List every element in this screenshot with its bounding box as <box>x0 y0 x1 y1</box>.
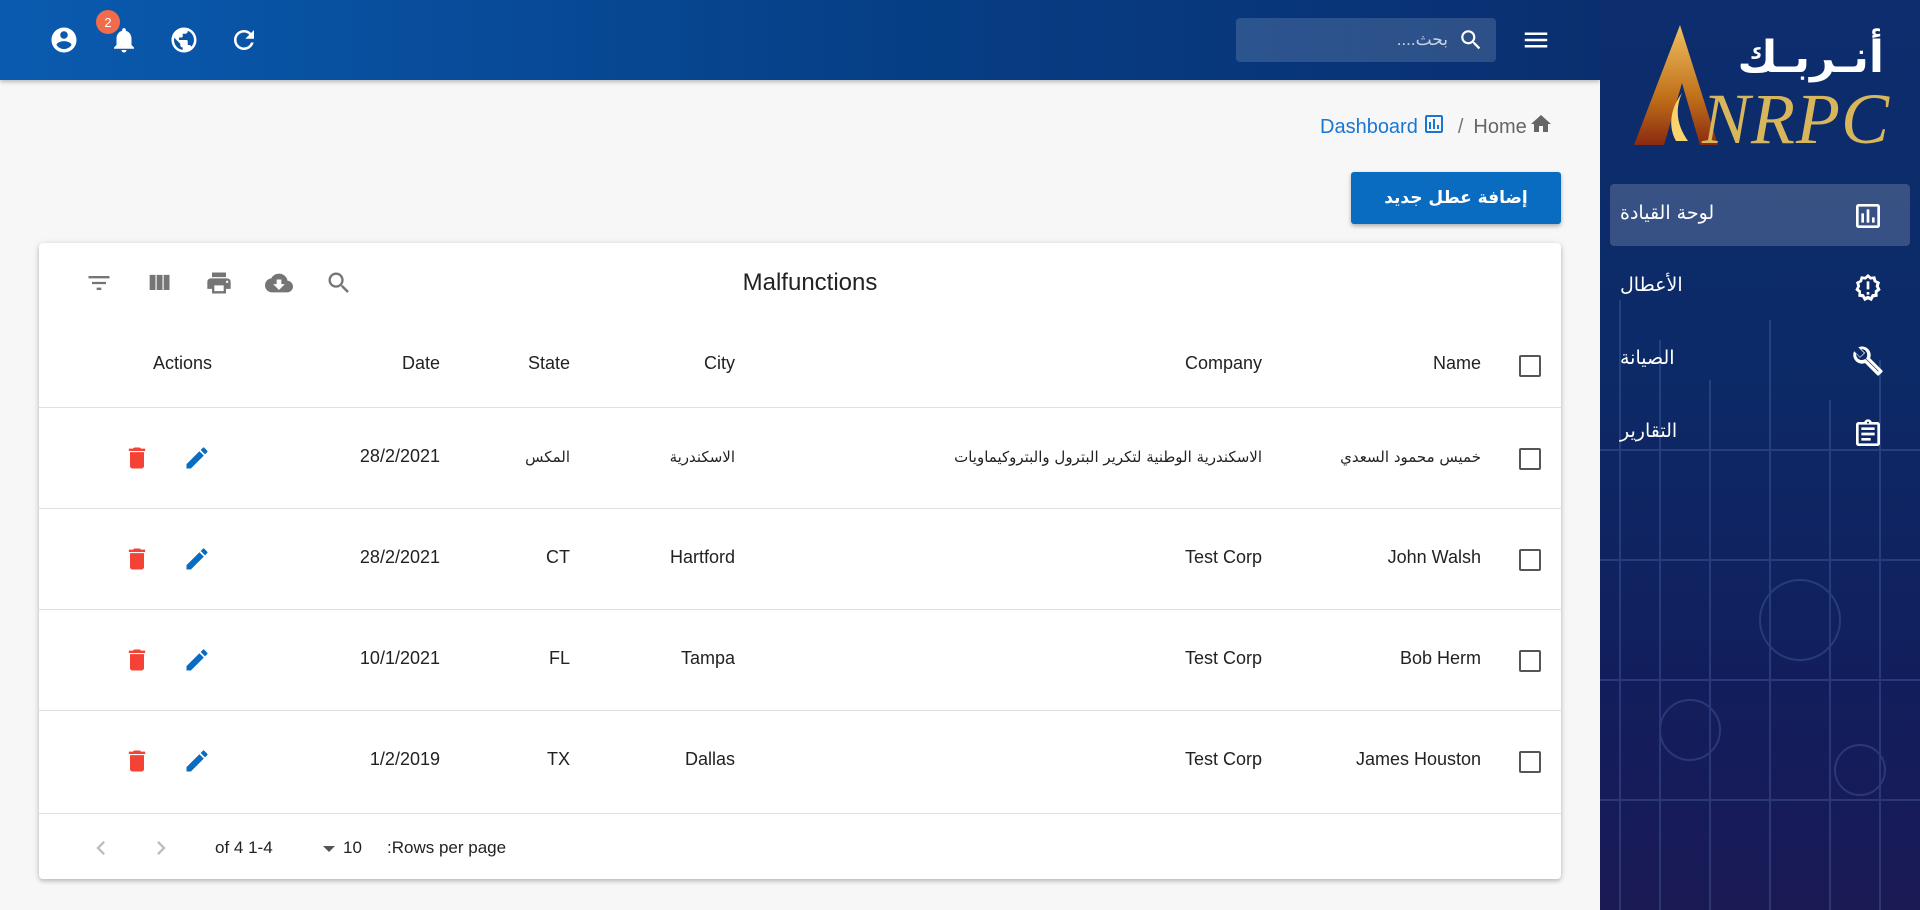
pagination-range: 1-4 of 4 <box>215 838 273 857</box>
language-globe-icon[interactable] <box>166 22 202 58</box>
column-header-company[interactable]: Company <box>1185 353 1262 374</box>
cell-city: الاسكندرية <box>669 448 735 466</box>
dashboard-chart-icon <box>1852 200 1884 232</box>
table-pagination: 1-4 of 4 10 :Rows per page <box>39 813 1561 879</box>
cell-company: Test Corp <box>1184 749 1262 769</box>
breadcrumb-home-link[interactable]: Home <box>1473 116 1526 139</box>
cell-date: 1/2/2019 <box>369 749 440 769</box>
dashboard-chart-icon <box>1422 112 1446 142</box>
malfunctions-table-card: Malfunctions Actions Date State City Com… <box>39 243 1561 879</box>
cell-date: 28/2/2021 <box>359 547 440 567</box>
edit-icon[interactable] <box>181 644 213 676</box>
sidebar-item-label: الأعطال <box>1620 274 1683 296</box>
cell-name: خميس محمود السعدي <box>1340 448 1481 466</box>
delete-icon[interactable] <box>121 442 153 474</box>
chevron-down-icon <box>323 845 335 852</box>
row-checkbox[interactable] <box>1519 751 1541 773</box>
cell-date: 28/2/2021 <box>359 446 440 466</box>
sidebar-item-label: لوحة القيادة <box>1620 202 1715 224</box>
column-header-city[interactable]: City <box>704 353 735 374</box>
row-checkbox[interactable] <box>1519 549 1541 571</box>
next-page-icon[interactable] <box>147 834 175 862</box>
sidebar-item-label: الصيانة <box>1620 347 1675 369</box>
column-header-date[interactable]: Date <box>402 353 440 374</box>
delete-icon[interactable] <box>121 644 153 676</box>
cell-city: Tampa <box>680 648 735 668</box>
breadcrumb-separator: / <box>1457 115 1464 138</box>
sidebar-item-label: التقارير <box>1620 420 1678 442</box>
refresh-icon[interactable] <box>226 22 262 58</box>
table-title: Malfunctions <box>742 269 878 296</box>
table-row: 28/2/2021 CT Hartford Test Corp John Wal… <box>39 508 1561 609</box>
refinery-background-image <box>1600 300 1920 910</box>
cell-name: John Walsh <box>1387 547 1481 567</box>
cell-company: Test Corp <box>1184 648 1262 668</box>
cell-state: TX <box>546 749 570 769</box>
table-row: 1/2/2019 TX Dallas Test Corp James Houst… <box>39 710 1561 811</box>
table-row: 10/1/2021 FL Tampa Test Corp Bob Herm <box>39 609 1561 710</box>
column-header-actions: Actions <box>153 353 213 373</box>
search-box <box>1236 18 1496 62</box>
row-checkbox[interactable] <box>1519 650 1541 672</box>
cell-date: 10/1/2021 <box>359 648 440 668</box>
previous-page-icon[interactable] <box>87 834 115 862</box>
edit-icon[interactable] <box>181 543 213 575</box>
top-app-bar: 2 <box>0 0 1600 80</box>
home-icon <box>1529 112 1553 142</box>
notifications-icon[interactable]: 2 <box>96 10 142 58</box>
cell-state: المكس <box>525 448 570 466</box>
row-checkbox[interactable] <box>1519 448 1541 470</box>
logo-arabic-text: أنـربـك <box>1737 32 1884 83</box>
search-input[interactable] <box>1248 26 1448 54</box>
sidebar: أنـربـك NRPC لوحة القيادة الأعطال الصيان… <box>1600 0 1920 910</box>
notification-badge: 2 <box>96 10 120 34</box>
cell-state: CT <box>546 547 570 567</box>
table-row: 28/2/2021 المكس الاسكندرية الاسكندرية ال… <box>39 407 1561 508</box>
cell-name: Bob Herm <box>1399 648 1481 668</box>
sidebar-item-reports[interactable]: التقارير <box>1610 402 1910 464</box>
edit-icon[interactable] <box>181 745 213 777</box>
account-icon[interactable] <box>46 22 82 58</box>
alert-gear-icon <box>1852 272 1884 304</box>
breadcrumb-dashboard-link[interactable]: Dashboard <box>1320 116 1418 139</box>
cell-city: Dallas <box>684 749 735 769</box>
rows-per-page-label: :Rows per page <box>387 838 507 857</box>
sidebar-item-dashboard[interactable]: لوحة القيادة <box>1610 184 1910 246</box>
nrpc-logo: أنـربـك NRPC <box>1630 18 1900 159</box>
cell-city: Hartford <box>669 547 735 567</box>
sidebar-item-malfunctions[interactable]: الأعطال <box>1610 256 1910 318</box>
breadcrumb: Dashboard / Home <box>1320 114 1553 140</box>
add-malfunction-button[interactable]: إضافة عطل جديد <box>1351 172 1561 224</box>
cell-company: الاسكندرية الوطنية لتكرير البترول والبتر… <box>954 448 1262 466</box>
sidebar-item-maintenance[interactable]: الصيانة <box>1610 329 1910 391</box>
wrench-icon <box>1852 345 1884 377</box>
select-all-checkbox[interactable] <box>1519 355 1541 377</box>
column-header-name[interactable]: Name <box>1433 353 1481 374</box>
cell-company: Test Corp <box>1184 547 1262 567</box>
cell-name: James Houston <box>1355 749 1481 769</box>
edit-icon[interactable] <box>181 442 213 474</box>
logo-latin-text: NRPC <box>1701 79 1890 159</box>
rows-per-page-value: 10 <box>343 838 362 857</box>
delete-icon[interactable] <box>121 543 153 575</box>
search-icon[interactable] <box>1458 27 1484 53</box>
clipboard-icon <box>1852 418 1884 450</box>
cell-state: FL <box>548 648 570 668</box>
column-header-state[interactable]: State <box>528 353 570 374</box>
delete-icon[interactable] <box>121 745 153 777</box>
menu-hamburger-icon[interactable] <box>1518 22 1554 58</box>
rows-per-page-select[interactable]: 10 <box>323 838 362 858</box>
